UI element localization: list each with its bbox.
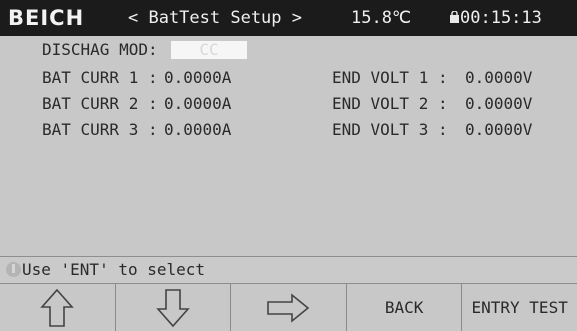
down-arrow-button[interactable]	[116, 284, 232, 331]
end-volt-1-label: END VOLT 1 :	[332, 68, 448, 87]
end-volt-2-label: END VOLT 2 :	[332, 94, 448, 113]
discharge-mode-label: DISCHAG MOD:	[42, 40, 158, 59]
bat-curr-3-value[interactable]: 0.0000A	[164, 121, 231, 139]
bat-curr-2-value[interactable]: 0.0000A	[164, 95, 231, 113]
header-bar: BEICH < BatTest Setup > 15.8℃ 00:15:13	[0, 0, 577, 36]
end-volt-1-value[interactable]: 0.0000V	[465, 69, 532, 87]
brand-logo: BEICH	[8, 6, 85, 30]
clock-readout: 00:15:13	[460, 8, 542, 28]
right-arrow-icon	[267, 292, 310, 323]
bat-curr-1-label: BAT CURR 1 :	[42, 68, 158, 87]
lock-icon	[450, 11, 459, 23]
back-button[interactable]: BACK	[347, 284, 463, 331]
bat-curr-3-label: BAT CURR 3 :	[42, 120, 158, 139]
temperature-readout: 15.8℃	[351, 8, 412, 28]
status-message: Use 'ENT' to select	[22, 260, 206, 279]
end-volt-2-value[interactable]: 0.0000V	[465, 95, 532, 113]
status-bar: Use 'ENT' to select	[0, 256, 577, 284]
end-volt-3-value[interactable]: 0.0000V	[465, 121, 532, 139]
bat-curr-2-label: BAT CURR 2 :	[42, 94, 158, 113]
end-volt-3-label: END VOLT 3 :	[332, 120, 448, 139]
entry-test-button[interactable]: ENTRY TEST	[462, 284, 577, 331]
info-icon	[6, 262, 21, 277]
softkey-bar: BACK ENTRY TEST	[0, 284, 577, 331]
down-arrow-icon	[156, 288, 190, 327]
bat-curr-1-value[interactable]: 0.0000A	[164, 69, 231, 87]
up-arrow-button[interactable]	[0, 284, 116, 331]
instrument-screen: BEICH < BatTest Setup > 15.8℃ 00:15:13 D…	[0, 0, 577, 331]
right-arrow-button[interactable]	[231, 284, 347, 331]
up-arrow-icon	[40, 288, 75, 327]
page-title: < BatTest Setup >	[128, 8, 302, 28]
discharge-mode-field[interactable]: CC	[171, 41, 247, 59]
